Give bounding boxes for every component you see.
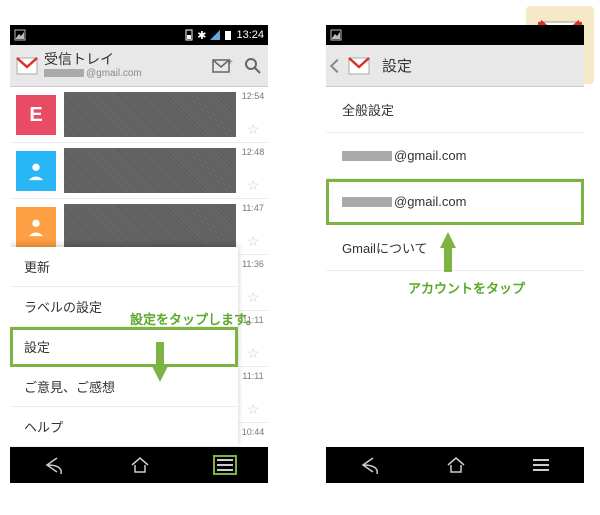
star-icon[interactable]: ☆ bbox=[247, 233, 260, 250]
search-icon[interactable] bbox=[244, 57, 262, 75]
compose-icon[interactable]: + bbox=[212, 57, 234, 75]
email-row[interactable]: 12:48☆ bbox=[10, 143, 268, 199]
settings-account-2[interactable]: @gmail.com bbox=[326, 179, 584, 225]
menu-icon[interactable] bbox=[531, 457, 551, 473]
clock-text: 13:24 bbox=[236, 29, 264, 41]
email-row[interactable]: E12:54☆ bbox=[10, 87, 268, 143]
back-chevron-icon[interactable] bbox=[330, 58, 344, 72]
redacted bbox=[342, 197, 392, 207]
inbox-title[interactable]: 受信トレイ bbox=[44, 52, 212, 67]
star-icon[interactable]: ☆ bbox=[247, 177, 260, 194]
menu-refresh[interactable]: 更新 bbox=[10, 247, 238, 287]
settings-general[interactable]: 全般設定 bbox=[326, 87, 584, 133]
phone-right: 設定 全般設定 @gmail.com @gmail.com Gmailについて bbox=[326, 25, 584, 483]
star-icon[interactable]: ☆ bbox=[247, 401, 260, 418]
home-icon[interactable] bbox=[130, 456, 150, 474]
phone-left: ✱ 13:24 受信トレイ @gmail.com + E12:54☆ 12:48… bbox=[10, 25, 268, 483]
settings-header: 設定 bbox=[326, 45, 584, 87]
star-icon[interactable]: ☆ bbox=[247, 289, 260, 306]
inbox-content: E12:54☆ 12:48☆ 11:47☆ G11:36☆ 11:11☆ 11:… bbox=[10, 87, 268, 447]
gmail-icon bbox=[348, 57, 370, 75]
overflow-menu: 更新 ラベルの設定 設定 ご意見、ご感想 ヘルプ bbox=[10, 247, 238, 447]
android-nav bbox=[326, 447, 584, 483]
bluetooth-icon: ✱ bbox=[197, 29, 206, 42]
signal-icon bbox=[210, 30, 220, 40]
picture-icon bbox=[330, 29, 342, 41]
redacted-account bbox=[44, 69, 84, 77]
avatar: E bbox=[16, 95, 56, 135]
gmail-icon bbox=[16, 57, 38, 75]
menu-help[interactable]: ヘルプ bbox=[10, 407, 238, 447]
annotation-right: アカウントをタップ bbox=[408, 278, 525, 297]
battery2-icon bbox=[224, 29, 232, 41]
back-icon[interactable] bbox=[359, 456, 381, 474]
settings-list: 全般設定 @gmail.com @gmail.com Gmailについて bbox=[326, 87, 584, 447]
android-nav bbox=[10, 447, 268, 483]
avatar bbox=[16, 207, 56, 247]
inbox-header: 受信トレイ @gmail.com + bbox=[10, 45, 268, 87]
menu-icon[interactable] bbox=[215, 457, 235, 473]
annotation-left: 設定をタップします。 bbox=[130, 309, 259, 328]
email-preview bbox=[64, 92, 236, 137]
redacted bbox=[342, 151, 392, 161]
email-preview bbox=[64, 204, 236, 249]
star-icon[interactable]: ☆ bbox=[247, 345, 260, 362]
back-icon[interactable] bbox=[43, 456, 65, 474]
avatar bbox=[16, 151, 56, 191]
email-preview bbox=[64, 148, 236, 193]
battery-icon bbox=[185, 29, 193, 41]
home-icon[interactable] bbox=[446, 456, 466, 474]
menu-feedback[interactable]: ご意見、ご感想 bbox=[10, 367, 238, 407]
arrow-down-icon bbox=[152, 366, 168, 382]
status-bar: ✱ 13:24 bbox=[10, 25, 268, 45]
menu-settings[interactable]: 設定 bbox=[10, 327, 238, 367]
status-bar bbox=[326, 25, 584, 45]
star-icon[interactable]: ☆ bbox=[247, 121, 260, 138]
settings-account-1[interactable]: @gmail.com bbox=[326, 133, 584, 179]
picture-icon bbox=[14, 29, 26, 41]
arrow-up-icon bbox=[440, 232, 456, 248]
svg-text:+: + bbox=[227, 57, 233, 68]
settings-title: 設定 bbox=[382, 55, 412, 76]
